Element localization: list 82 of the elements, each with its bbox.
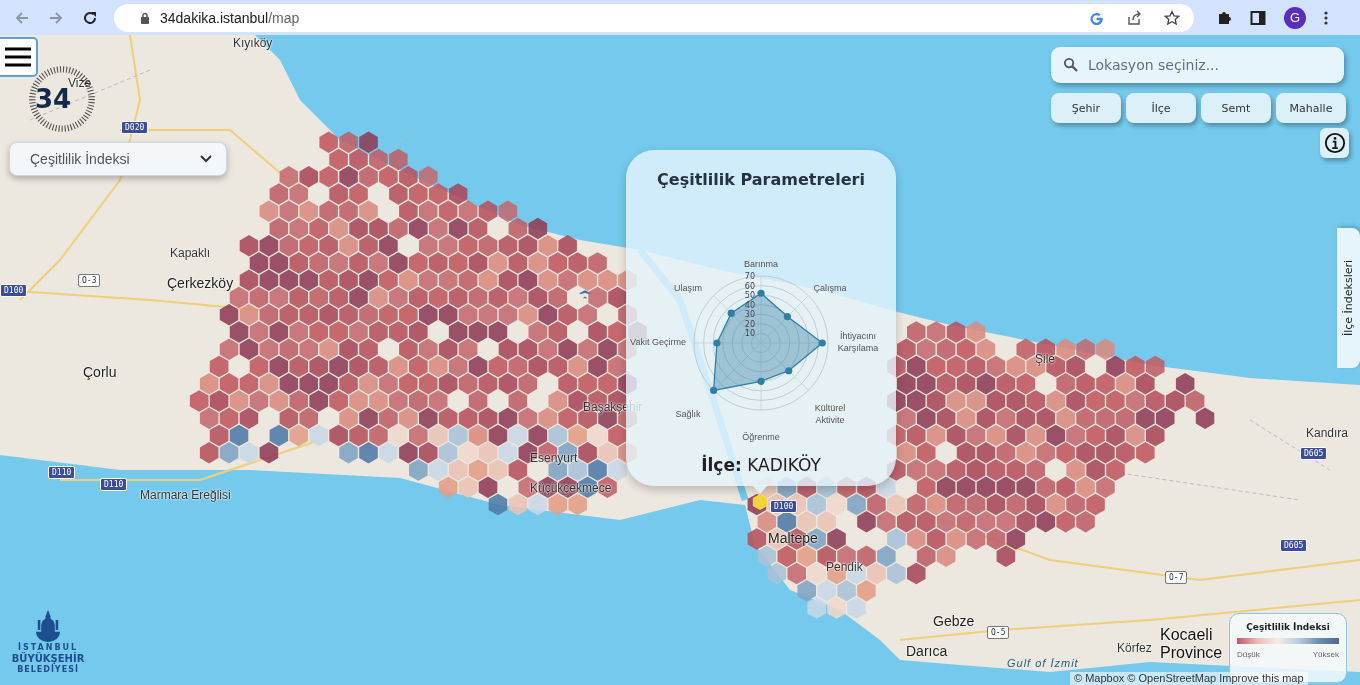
road-shield: D110: [100, 478, 128, 491]
district-indices-tab[interactable]: İlçe İndeksleri: [1337, 228, 1360, 368]
tick-label: 20: [744, 319, 755, 329]
side-panel-icon[interactable]: [1250, 9, 1266, 26]
place-label: Çorlu: [83, 364, 117, 380]
road-shield: D100: [770, 500, 798, 513]
axis-label: Barınma: [743, 259, 779, 271]
tick-label: 70: [744, 272, 755, 281]
legend-title: Çeşitlilik İndeksi: [1245, 622, 1331, 632]
level-button[interactable]: Şehir: [1051, 93, 1121, 123]
reload-icon[interactable]: [82, 9, 98, 26]
data-point: [757, 289, 765, 297]
road-shield: D605: [1300, 447, 1328, 460]
level-button[interactable]: İlçe: [1126, 93, 1196, 123]
popup-title: Çeşitlilik Parametreleri: [657, 170, 865, 189]
road-shield: O-5: [987, 626, 1010, 639]
place-label: Kandıra: [1306, 426, 1349, 440]
tick-label: 50: [744, 291, 755, 301]
profile-avatar[interactable]: G: [1284, 6, 1306, 29]
dashed-ring-icon: [26, 63, 98, 135]
axis-label: Vakit Geçirme: [629, 337, 687, 349]
info-button[interactable]: [1320, 128, 1349, 158]
legend-high-label: Yüksek: [1312, 650, 1339, 659]
axis-label: İhtiyacını Karşılama: [836, 331, 880, 355]
data-point: [785, 367, 793, 375]
search-field[interactable]: Lokasyon seçiniz...: [1051, 47, 1344, 83]
google-icon[interactable]: [1089, 10, 1104, 25]
menu-icon: [5, 47, 31, 67]
place-label: Vize: [68, 76, 92, 90]
puzzle-icon[interactable]: [1216, 9, 1232, 26]
data-point: [710, 386, 718, 394]
road-shield: D100: [0, 284, 28, 297]
share-icon[interactable]: [1126, 9, 1142, 26]
data-point: [727, 309, 735, 317]
place-label: Kapaklı: [170, 246, 211, 260]
logo-text: BÜYÜKŞEHİR: [11, 653, 85, 665]
place-label: Şile: [1035, 352, 1055, 366]
road-shield: O-7: [1165, 571, 1188, 584]
data-point: [783, 313, 791, 321]
axis-label: Ulaşım: [673, 283, 703, 295]
level-button[interactable]: Semt: [1201, 93, 1271, 123]
road-shield: D020: [121, 121, 149, 134]
tick-label: 40: [744, 300, 755, 310]
index-dropdown[interactable]: Çeşitlilik İndeksi: [9, 142, 227, 176]
place-label: Kocaeli Province: [1160, 626, 1224, 662]
star-icon[interactable]: [1164, 9, 1180, 26]
data-point: [818, 339, 826, 347]
level-button[interactable]: Mahalle: [1276, 93, 1346, 123]
search-icon: [1063, 57, 1078, 72]
place-label: Maltepe: [768, 530, 818, 546]
more-icon[interactable]: [1324, 9, 1328, 26]
logo-text: İSTANBUL: [17, 643, 79, 652]
logo-text: BELEDİYESİ: [17, 665, 79, 675]
place-label: Çerkezköy: [167, 275, 234, 291]
url-text: 34dakika.istanbul/map: [160, 9, 300, 26]
axis-label: Öğrenme: [741, 432, 781, 444]
place-label: Körfez: [1117, 641, 1152, 655]
tick-label: 10: [744, 329, 755, 339]
menu-button[interactable]: [0, 37, 38, 77]
info-icon: [1323, 132, 1346, 154]
place-label: Darıca: [906, 643, 948, 659]
road-shield: D110: [48, 466, 76, 479]
legend-low-label: Düşük: [1237, 650, 1260, 659]
location-marker-icon: [751, 493, 769, 511]
map-attribution[interactable]: © Mapbox © OpenStreetMap Improve this map: [1070, 672, 1308, 685]
road-shield: O-3: [78, 274, 101, 287]
district-label: İlçe: KADIKÖY: [701, 455, 821, 475]
lock-icon: [140, 11, 150, 24]
address-bar[interactable]: 34dakika.istanbul/map: [114, 3, 1194, 32]
axis-label: Sağlık: [674, 409, 702, 421]
road-shield: D605: [1280, 539, 1308, 552]
place-label: Gulf of İzmit: [1007, 657, 1079, 669]
place-label: Gebze: [933, 613, 975, 629]
data-point: [757, 377, 765, 385]
data-point: [713, 339, 721, 347]
chevron-down-icon: [200, 155, 212, 163]
axis-label: Kültürel Aktivite: [813, 403, 847, 427]
place-label: Pendik: [826, 560, 863, 574]
tick-label: 60: [744, 281, 755, 291]
place-label: Marmara Ereğlisi: [140, 488, 231, 502]
tick-label: 30: [744, 310, 755, 320]
axis-label: Çalışma: [812, 283, 848, 295]
